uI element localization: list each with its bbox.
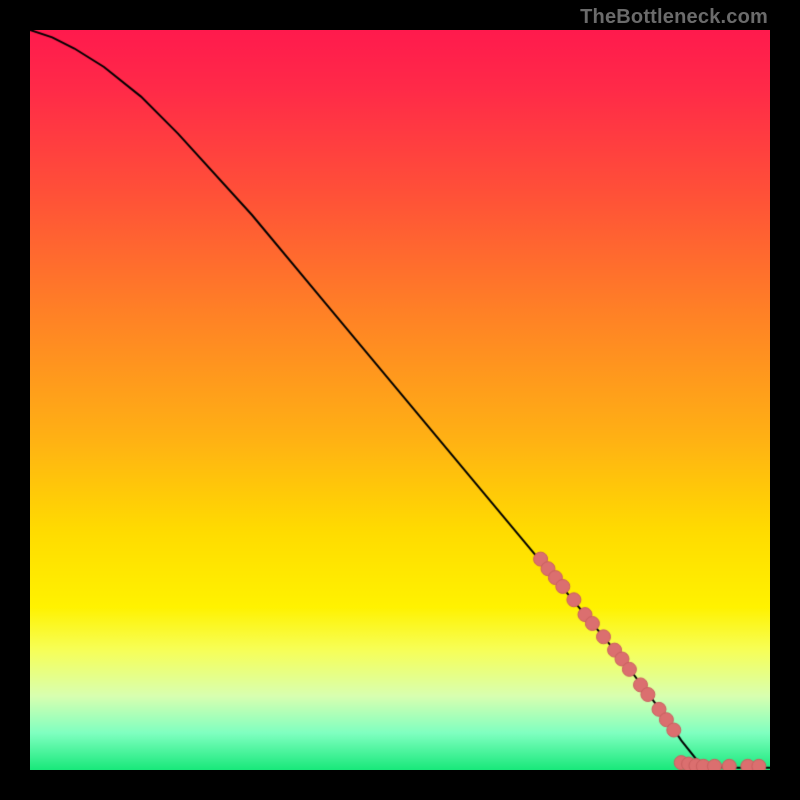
plot-area [30,30,770,770]
watermark-text: TheBottleneck.com [580,6,768,29]
curve-canvas [30,30,770,770]
chart-frame: TheBottleneck.com [0,0,800,800]
